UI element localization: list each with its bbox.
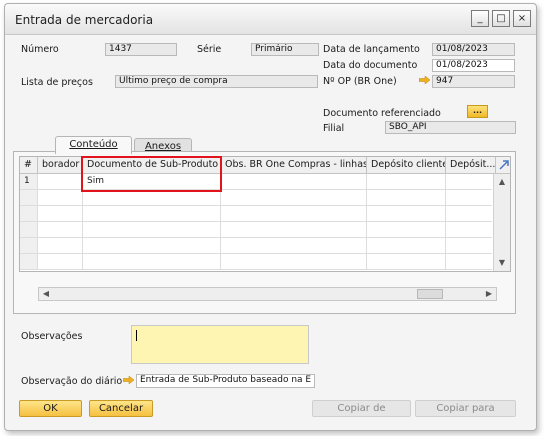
data-lancamento-label: Data de lançamento — [323, 44, 420, 55]
col-header-number: # — [20, 157, 38, 174]
data-documento-field[interactable]: 01/08/2023 — [432, 59, 515, 72]
close-button[interactable]: × — [513, 10, 531, 27]
row-number: 1 — [20, 174, 38, 189]
data-documento-label: Data do documento — [323, 60, 418, 71]
minimize-button[interactable]: _ — [471, 10, 489, 27]
window-title: Entrada de mercadoria — [15, 13, 154, 27]
maximize-button[interactable]: □ — [492, 10, 510, 27]
numero-label: Número — [21, 44, 59, 55]
items-grid: # borador Documento de Sub-Produto Obs. … — [19, 156, 511, 272]
horizontal-scrollbar[interactable]: ◀ ▶ — [38, 287, 497, 301]
expand-icon[interactable] — [498, 159, 510, 171]
grid-cell[interactable] — [446, 222, 494, 237]
copy-to-button[interactable]: Copiar para — [415, 400, 516, 417]
cell-elaborador[interactable] — [38, 174, 83, 189]
doc-referenciado-button[interactable]: ... — [467, 105, 488, 118]
title-bar: Entrada de mercadoria _ □ × — [5, 4, 536, 35]
table-row[interactable]: 1 Sim — [20, 174, 494, 190]
table-row[interactable] — [20, 254, 494, 270]
observacoes-textarea[interactable] — [131, 325, 309, 364]
grid-cell[interactable] — [446, 254, 494, 269]
grid-cell[interactable] — [367, 222, 446, 237]
ok-button[interactable]: OK — [19, 400, 82, 417]
row-number — [20, 206, 38, 221]
grid-cell[interactable] — [221, 222, 367, 237]
grid-cell[interactable] — [221, 206, 367, 221]
grid-cell[interactable] — [367, 254, 446, 269]
grid-cell[interactable] — [38, 238, 83, 253]
grid-cell[interactable] — [83, 238, 221, 253]
scroll-down-icon[interactable]: ▼ — [496, 257, 508, 269]
grid-cell[interactable] — [221, 254, 367, 269]
grid-cell[interactable] — [83, 206, 221, 221]
table-row[interactable] — [20, 238, 494, 254]
col-header-deposito-cliente[interactable]: Depósito cliente — [367, 157, 446, 174]
cancel-button[interactable]: Cancelar — [89, 400, 153, 417]
grid-cell[interactable] — [446, 238, 494, 253]
grid-cell[interactable] — [367, 190, 446, 205]
link-arrow-icon[interactable] — [123, 376, 134, 384]
grid-cell[interactable] — [367, 238, 446, 253]
cell-deposito[interactable] — [446, 174, 494, 189]
lista-precos-field[interactable]: Último preço de compra — [115, 75, 318, 88]
copy-from-button[interactable]: Copiar de — [312, 400, 411, 417]
scroll-left-icon[interactable]: ◀ — [40, 288, 52, 300]
tab-conteudo[interactable]: Conteúdo — [55, 136, 132, 154]
op-label: Nº OP (BR One) — [323, 76, 397, 87]
col-header-deposito[interactable]: Depósit... — [446, 157, 496, 174]
observacoes-label: Observações — [21, 331, 83, 342]
obs-diario-field[interactable]: Entrada de Sub-Produto baseado na E — [136, 374, 315, 388]
row-number — [20, 254, 38, 269]
table-row[interactable] — [20, 222, 494, 238]
scroll-right-icon[interactable]: ▶ — [483, 288, 495, 300]
grid-cell[interactable] — [446, 190, 494, 205]
col-header-elaborador[interactable]: borador — [38, 157, 83, 174]
lista-precos-label: Lista de preços — [21, 77, 93, 88]
link-arrow-icon[interactable] — [419, 76, 430, 84]
op-field[interactable]: 947 — [432, 75, 515, 88]
grid-cell[interactable] — [221, 190, 367, 205]
serie-label: Série — [197, 44, 222, 55]
grid-cell[interactable] — [38, 190, 83, 205]
filial-label: Filial — [323, 123, 345, 134]
row-number — [20, 222, 38, 237]
grid-cell[interactable] — [38, 206, 83, 221]
filial-field[interactable]: SBO_API — [385, 121, 516, 134]
grid-cell[interactable] — [221, 238, 367, 253]
grid-cell[interactable] — [83, 222, 221, 237]
cell-obs-compras[interactable] — [221, 174, 367, 189]
col-header-doc-subproduto[interactable]: Documento de Sub-Produto — [83, 157, 221, 174]
grid-cell[interactable] — [38, 222, 83, 237]
serie-field[interactable]: Primário — [251, 43, 319, 56]
grid-cell[interactable] — [446, 206, 494, 221]
row-number — [20, 238, 38, 253]
table-row[interactable] — [20, 206, 494, 222]
grid-cell[interactable] — [367, 206, 446, 221]
grid-header: # borador Documento de Sub-Produto Obs. … — [20, 157, 510, 174]
grid-cell[interactable] — [83, 254, 221, 269]
grid-cell[interactable] — [83, 190, 221, 205]
table-row[interactable] — [20, 190, 494, 206]
grid-cell[interactable] — [38, 254, 83, 269]
text-cursor — [136, 330, 137, 341]
numero-field[interactable]: 1437 — [105, 43, 177, 56]
cell-doc-subproduto[interactable]: Sim — [83, 174, 221, 189]
data-lancamento-field[interactable]: 01/08/2023 — [432, 43, 515, 56]
tab-conteudo-label: Conteúdo — [69, 139, 118, 150]
scroll-up-icon[interactable]: ▲ — [496, 176, 508, 188]
vertical-scrollbar[interactable]: ▲ ▼ — [493, 174, 510, 271]
content-tab-panel: # borador Documento de Sub-Produto Obs. … — [13, 151, 516, 314]
cell-deposito-cliente[interactable] — [367, 174, 446, 189]
doc-referenciado-label: Documento referenciado — [323, 108, 441, 119]
scroll-thumb[interactable] — [417, 289, 443, 299]
obs-diario-label: Observação do diário — [21, 376, 123, 387]
col-header-obs-compras[interactable]: Obs. BR One Compras - linhas — [221, 157, 367, 174]
row-number — [20, 190, 38, 205]
